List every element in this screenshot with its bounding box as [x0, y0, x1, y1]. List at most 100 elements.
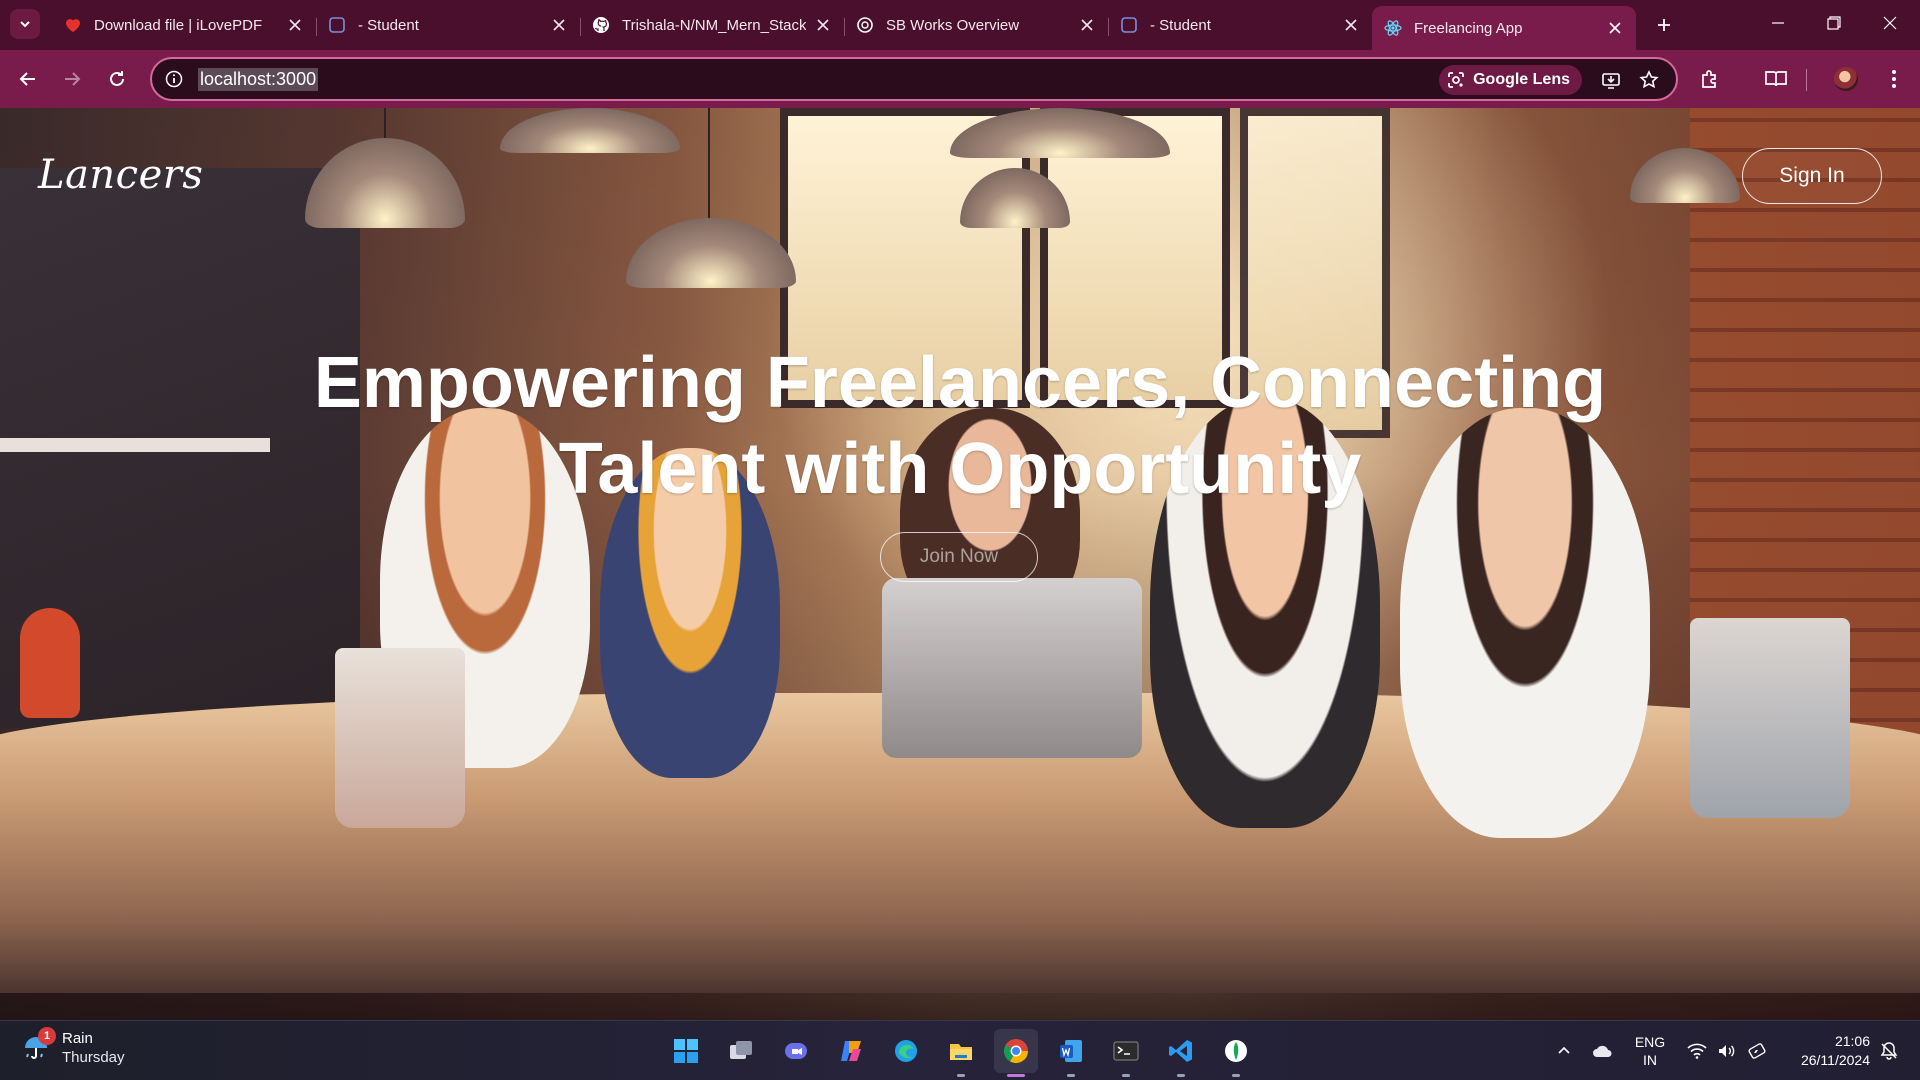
minimize-button[interactable]: [1750, 0, 1806, 46]
tab-title: SB Works Overview: [886, 16, 1020, 34]
system-clock[interactable]: 21:06 26/11/2024: [1780, 1021, 1870, 1080]
weather-label: Rain: [62, 1030, 93, 1047]
file-explorer-icon[interactable]: [939, 1029, 983, 1077]
join-now-button[interactable]: Join Now: [880, 532, 1038, 582]
google-lens-button[interactable]: Google Lens: [1439, 65, 1582, 95]
tab-search-button[interactable]: [10, 9, 40, 39]
hero-line-1: Empowering Freelancers, Connecting: [313, 343, 1607, 423]
close-icon[interactable]: [1342, 16, 1360, 34]
notification-badge: 1: [38, 1027, 56, 1045]
sign-in-button[interactable]: Sign In: [1742, 148, 1882, 204]
reload-button[interactable]: [101, 63, 133, 95]
arrow-left-icon: [19, 72, 35, 86]
close-window-button[interactable]: [1862, 0, 1918, 46]
chevron-up-icon: [1558, 1046, 1570, 1054]
ilovepdf-heart-icon: [64, 16, 82, 34]
onedrive-icon[interactable]: [1588, 1021, 1616, 1080]
close-icon[interactable]: [1078, 16, 1096, 34]
puzzle-icon: [1702, 70, 1716, 88]
running-indicator: [1067, 1074, 1075, 1077]
running-indicator: [1177, 1074, 1185, 1077]
reading-mode-button[interactable]: [1760, 63, 1792, 95]
new-tab-button[interactable]: [1652, 13, 1676, 37]
plus-icon: [1658, 19, 1670, 31]
windows-start-icon[interactable]: [664, 1029, 708, 1073]
extensions-button[interactable]: [1694, 63, 1726, 95]
profile-avatar[interactable]: [1830, 63, 1862, 95]
vscode-icon[interactable]: [1159, 1029, 1203, 1077]
forward-button[interactable]: [56, 63, 88, 95]
reading-mode-icon: [1765, 71, 1787, 87]
edge-icon[interactable]: [884, 1029, 928, 1073]
pendant-lamp: [305, 138, 465, 228]
tab-student-2[interactable]: - Student: [1108, 6, 1372, 44]
copilot-icon[interactable]: [829, 1029, 873, 1073]
tab-title: Trishala-N/NM_Mern_Stack: [622, 16, 806, 34]
weather-widget[interactable]: 1 Rain Thursday: [22, 1027, 125, 1067]
weather-text: Rain Thursday: [62, 1029, 125, 1067]
tab-ilovepdf[interactable]: Download file | iLovePDF: [52, 6, 316, 44]
browser-toolbar: localhost:3000 Google Lens: [0, 50, 1920, 108]
meet-icon[interactable]: [774, 1029, 818, 1073]
google-lens-label: Google Lens: [1473, 71, 1570, 88]
react-icon: [1384, 19, 1402, 37]
tab-freelancing-app[interactable]: Freelancing App: [1372, 6, 1636, 50]
arrow-right-icon: [65, 72, 81, 86]
close-icon[interactable]: [814, 16, 832, 34]
close-icon[interactable]: [550, 16, 568, 34]
running-indicator: [1122, 1074, 1130, 1077]
mug: [1690, 618, 1850, 818]
site-info-icon[interactable]: [160, 65, 188, 93]
mongodb-compass-icon[interactable]: [1214, 1029, 1258, 1077]
vase: [20, 608, 80, 718]
tab-title: - Student: [358, 16, 419, 34]
shelf: [0, 438, 270, 452]
language-code: ENG: [1634, 1034, 1666, 1050]
running-indicator: [957, 1074, 965, 1077]
close-icon[interactable]: [1606, 19, 1624, 37]
chevron-down-icon: [20, 21, 30, 28]
task-view-icon[interactable]: [719, 1029, 763, 1073]
clock-date: 26/11/2024: [1800, 1052, 1870, 1068]
word-icon[interactable]: [1049, 1029, 1093, 1077]
tab-strip: Download file | iLovePDF - Student Trish…: [0, 0, 1920, 50]
back-button[interactable]: [12, 63, 44, 95]
github-icon: [592, 16, 610, 34]
address-text[interactable]: localhost:3000: [198, 67, 319, 91]
openai-icon: [856, 16, 874, 34]
terminal-icon[interactable]: [1104, 1029, 1148, 1077]
minimize-icon: [1772, 22, 1784, 24]
language-indicator[interactable]: ENG IN: [1630, 1021, 1670, 1080]
brand-logo[interactable]: Lancers: [38, 152, 203, 198]
tab-student-1[interactable]: - Student: [316, 6, 580, 44]
volume-icon[interactable]: [1714, 1021, 1740, 1080]
laptop: [882, 578, 1142, 758]
pendant-lamp: [626, 218, 796, 288]
pendant-lamp: [500, 108, 680, 153]
taskbar-apps: [664, 1029, 1258, 1077]
close-icon[interactable]: [286, 16, 304, 34]
google-lens-icon: [1448, 72, 1464, 88]
tab-title: Freelancing App: [1414, 19, 1523, 37]
tab-title: Download file | iLovePDF: [94, 16, 263, 34]
browser-menu-button[interactable]: [1878, 63, 1910, 95]
more-vertical-icon: [1892, 70, 1896, 88]
coffee-cup: [335, 648, 465, 828]
wifi-icon[interactable]: [1684, 1021, 1710, 1080]
tab-title: - Student: [1150, 16, 1211, 34]
restore-button[interactable]: [1806, 0, 1862, 46]
address-bar[interactable]: localhost:3000 Google Lens: [150, 57, 1678, 101]
bookmark-star-icon[interactable]: [1636, 67, 1662, 93]
hero-heading: Empowering Freelancers, Connecting Talen…: [260, 340, 1660, 512]
notification-bell-icon[interactable]: [1876, 1021, 1902, 1080]
tab-github[interactable]: Trishala-N/NM_Mern_Stack: [580, 6, 844, 44]
lamp-cord: [708, 108, 710, 228]
clock-time: 21:06: [1834, 1033, 1870, 1049]
chrome-icon[interactable]: [994, 1029, 1038, 1077]
show-hidden-icons-button[interactable]: [1552, 1021, 1576, 1080]
tab-list: Download file | iLovePDF - Student Trish…: [52, 6, 1636, 50]
student-app-icon: [1120, 16, 1138, 34]
install-app-icon[interactable]: [1598, 67, 1624, 93]
battery-icon[interactable]: [1744, 1021, 1770, 1080]
tab-sb-works[interactable]: SB Works Overview: [844, 6, 1108, 44]
